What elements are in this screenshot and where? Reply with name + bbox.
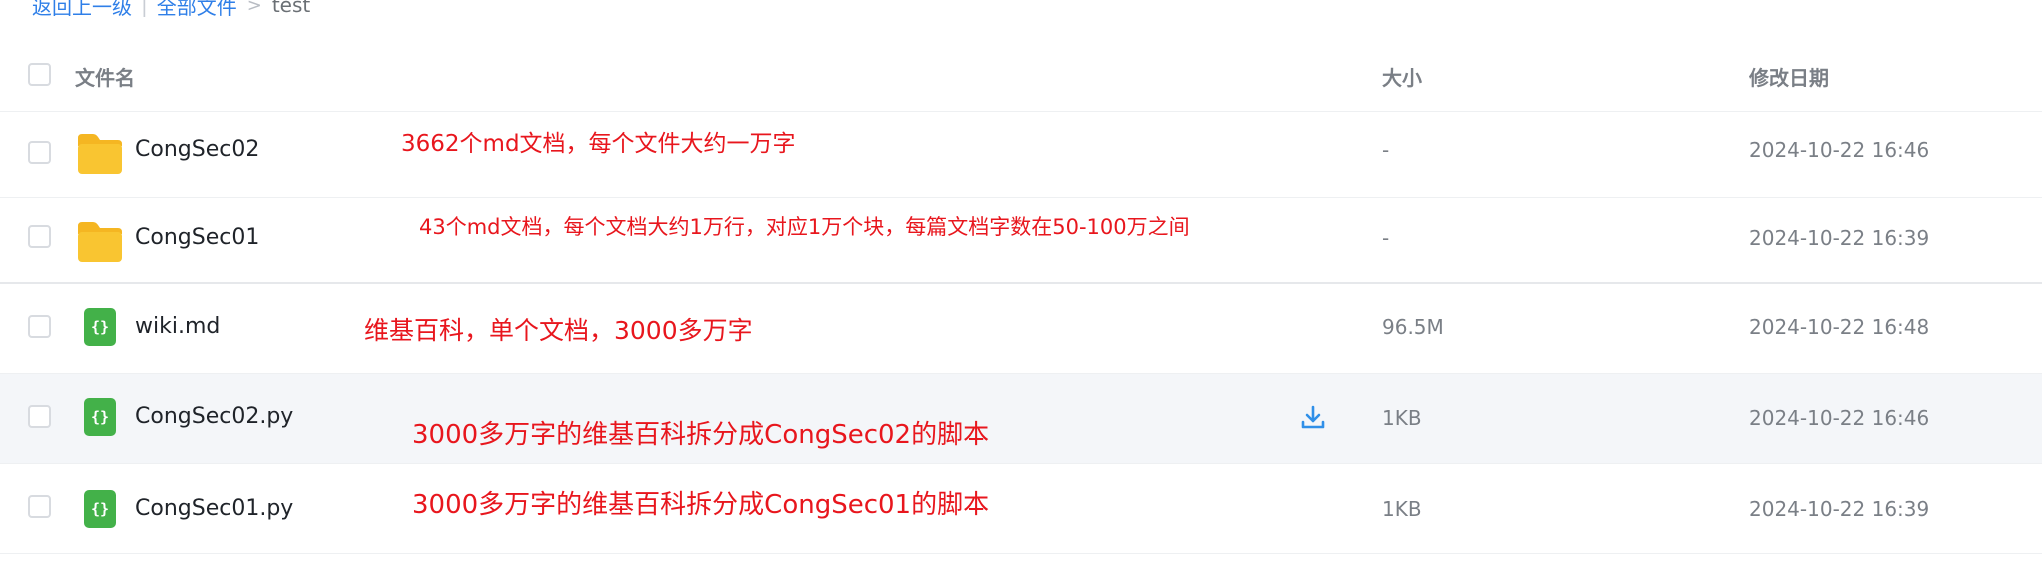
download-icon[interactable] <box>1299 404 1327 432</box>
code-file-icon: {} <box>84 490 116 528</box>
file-size: 1KB <box>1382 406 1422 430</box>
breadcrumb: 返回上一级 | 全部文件 > test <box>32 0 311 20</box>
folder-icon <box>78 134 122 174</box>
file-name[interactable]: wiki.md <box>135 314 220 339</box>
column-header-size[interactable]: 大小 <box>1382 62 1422 91</box>
file-name[interactable]: CongSec02.py <box>135 404 293 429</box>
file-modified-date: 2024-10-22 16:46 <box>1749 138 1930 162</box>
file-modified-date: 2024-10-22 16:39 <box>1749 226 1930 250</box>
table-row[interactable]: {} CongSec02.py 3000多万字的维基百科拆分成CongSec02… <box>0 374 2042 464</box>
breadcrumb-chevron-icon: > <box>246 0 262 16</box>
code-file-icon: {} <box>84 308 116 346</box>
breadcrumb-back-link[interactable]: 返回上一级 <box>32 0 132 20</box>
row-checkbox[interactable] <box>28 315 51 338</box>
file-size: - <box>1382 226 1390 250</box>
breadcrumb-current: test <box>271 0 311 17</box>
select-all-checkbox[interactable] <box>28 63 51 86</box>
file-size: 1KB <box>1382 497 1422 521</box>
file-name[interactable]: CongSec01 <box>135 225 259 250</box>
annotation-text: 维基百科，单个文档，3000多万字 <box>364 316 753 345</box>
folder-icon <box>78 222 122 262</box>
breadcrumb-all-files-link[interactable]: 全部文件 <box>157 0 237 20</box>
column-header-name[interactable]: 文件名 <box>75 62 135 91</box>
file-size: 96.5M <box>1382 315 1444 339</box>
file-name[interactable]: CongSec02 <box>135 137 259 162</box>
table-row[interactable]: {} CongSec01.py 3000多万字的维基百科拆分成CongSec01… <box>0 464 2042 554</box>
table-header: 文件名 大小 修改日期 <box>0 40 2042 112</box>
breadcrumb-divider: | <box>141 0 148 17</box>
row-checkbox[interactable] <box>28 405 51 428</box>
file-size: - <box>1382 138 1390 162</box>
table-row[interactable]: {} wiki.md 维基百科，单个文档，3000多万字 96.5M 2024-… <box>0 284 2042 374</box>
annotation-text: 43个md文档，每个文档大约1万行，对应1万个块，每篇文档字数在50-100万之… <box>419 215 1190 239</box>
annotation-text: 3000多万字的维基百科拆分成CongSec01的脚本 <box>412 490 990 520</box>
file-modified-date: 2024-10-22 16:46 <box>1749 406 1930 430</box>
column-header-modified[interactable]: 修改日期 <box>1749 62 1829 91</box>
annotation-text: 3000多万字的维基百科拆分成CongSec02的脚本 <box>412 420 990 450</box>
annotation-text: 3662个md文档，每个文件大约一万字 <box>401 131 796 157</box>
file-browser: 返回上一级 | 全部文件 > test 文件名 大小 修改日期 CongSec0… <box>0 0 2042 583</box>
file-modified-date: 2024-10-22 16:39 <box>1749 497 1930 521</box>
code-file-icon: {} <box>84 398 116 436</box>
row-checkbox[interactable] <box>28 495 51 518</box>
table-row[interactable]: CongSec02 3662个md文档，每个文件大约一万字 - 2024-10-… <box>0 108 2042 198</box>
row-checkbox[interactable] <box>28 141 51 164</box>
table-row[interactable]: CongSec01 43个md文档，每个文档大约1万行，对应1万个块，每篇文档字… <box>0 198 2042 288</box>
row-checkbox[interactable] <box>28 225 51 248</box>
file-name[interactable]: CongSec01.py <box>135 496 293 521</box>
file-modified-date: 2024-10-22 16:48 <box>1749 315 1930 339</box>
